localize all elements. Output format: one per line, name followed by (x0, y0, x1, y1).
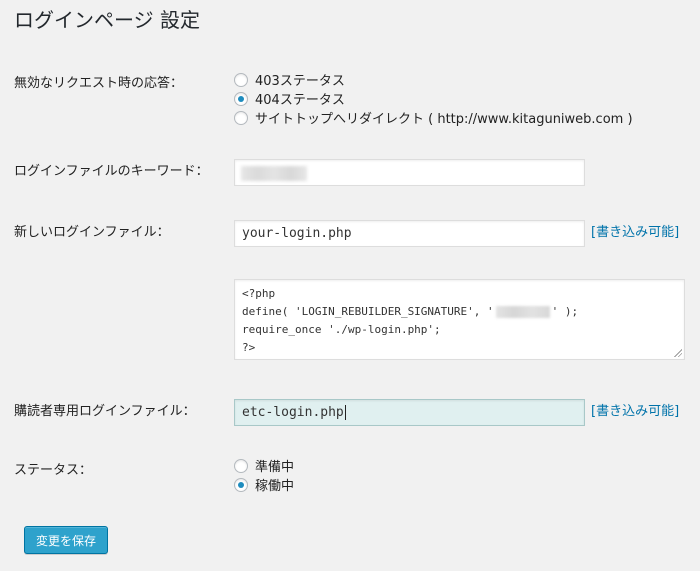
radio-redirect-label: サイトトップへリダイレクト ( http://www.kitaguniweb.c… (255, 112, 633, 127)
new-login-file-writable-status: [書き込み可能] (591, 225, 680, 240)
code-line-define-end: ' ); (551, 305, 579, 318)
code-line-define: define( 'LOGIN_REBUILDER_SIGNATURE', ' ' … (242, 303, 677, 321)
radio-redirect[interactable] (234, 110, 248, 125)
radio-403[interactable] (234, 72, 248, 87)
status-label: ステータス： (14, 463, 93, 478)
new-login-file-label: 新しいログインファイル： (14, 225, 170, 240)
invalid-request-label: 無効なリクエスト時の応答： (14, 76, 184, 91)
new-login-file-input[interactable]: your-login.php (234, 220, 585, 247)
text-cursor (344, 405, 346, 420)
save-changes-button[interactable]: 変更を保存 (24, 526, 108, 554)
radio-option-active[interactable]: 稼働中 (234, 475, 294, 494)
invalid-request-radio-group: 403ステータス 404ステータス サイトトップへリダイレクト ( http:/… (234, 70, 633, 127)
radio-active-label: 稼働中 (255, 479, 295, 494)
subscriber-login-file-writable-status: [書き込み可能] (591, 404, 680, 419)
subscriber-login-file-label: 購読者専用ログインファイル： (14, 404, 196, 419)
subscriber-login-file-input[interactable]: etc-login.php (234, 399, 585, 426)
radio-404-label: 404ステータス (255, 93, 345, 108)
radio-option-redirect[interactable]: サイトトップへリダイレクト ( http://www.kitaguniweb.c… (234, 108, 633, 127)
code-line: <?php (242, 287, 276, 300)
masked-keyword-value (241, 166, 307, 181)
login-keyword-label: ログインファイルのキーワード： (14, 164, 209, 179)
masked-signature-value (495, 306, 550, 318)
radio-option-403[interactable]: 403ステータス (234, 70, 633, 89)
login-file-code-textarea[interactable]: <?php define( 'LOGIN_REBUILDER_SIGNATURE… (234, 279, 685, 360)
radio-option-404[interactable]: 404ステータス (234, 89, 633, 108)
radio-preparing-label: 準備中 (255, 460, 295, 475)
radio-preparing[interactable] (234, 458, 248, 473)
code-line: require_once './wp-login.php'; (242, 323, 441, 336)
radio-404[interactable] (234, 91, 248, 106)
radio-option-preparing[interactable]: 準備中 (234, 456, 294, 475)
code-line: ?> (242, 341, 256, 354)
radio-403-label: 403ステータス (255, 74, 345, 89)
code-line-define-start: define( 'LOGIN_REBUILDER_SIGNATURE', ' (242, 305, 494, 318)
status-radio-group: 準備中 稼働中 (234, 456, 294, 494)
resize-grip-icon[interactable] (674, 349, 682, 357)
subscriber-login-file-value: etc-login.php (242, 405, 344, 420)
radio-active[interactable] (234, 477, 248, 492)
page-title: ログインページ 設定 (14, 8, 200, 32)
